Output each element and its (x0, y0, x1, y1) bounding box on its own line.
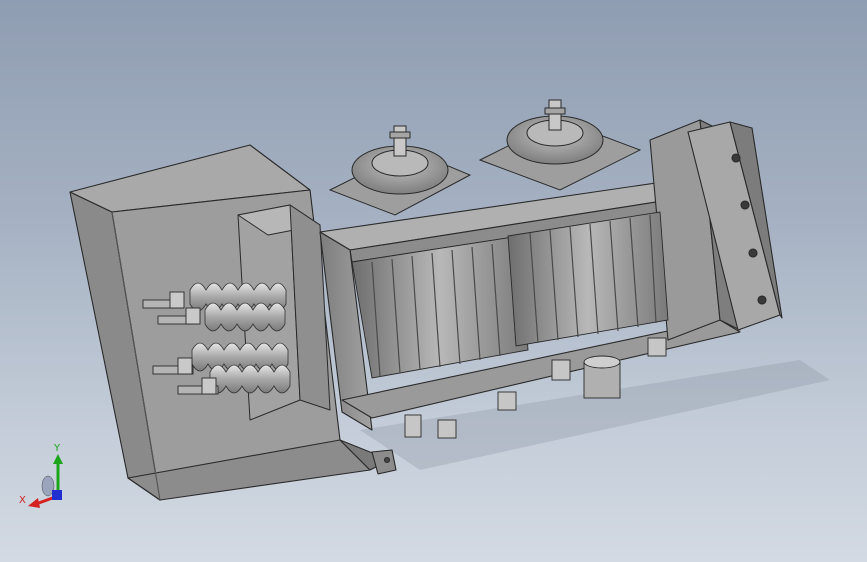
triad-y-axis (53, 454, 63, 496)
triad-origin (52, 490, 62, 500)
coordinate-triad: X Y (12, 440, 82, 510)
cad-viewport[interactable]: X Y (0, 0, 867, 562)
gear-crusher-assembly-model[interactable] (0, 0, 867, 562)
triad-y-label: Y (54, 443, 61, 454)
triad-x-label: X (19, 495, 26, 506)
